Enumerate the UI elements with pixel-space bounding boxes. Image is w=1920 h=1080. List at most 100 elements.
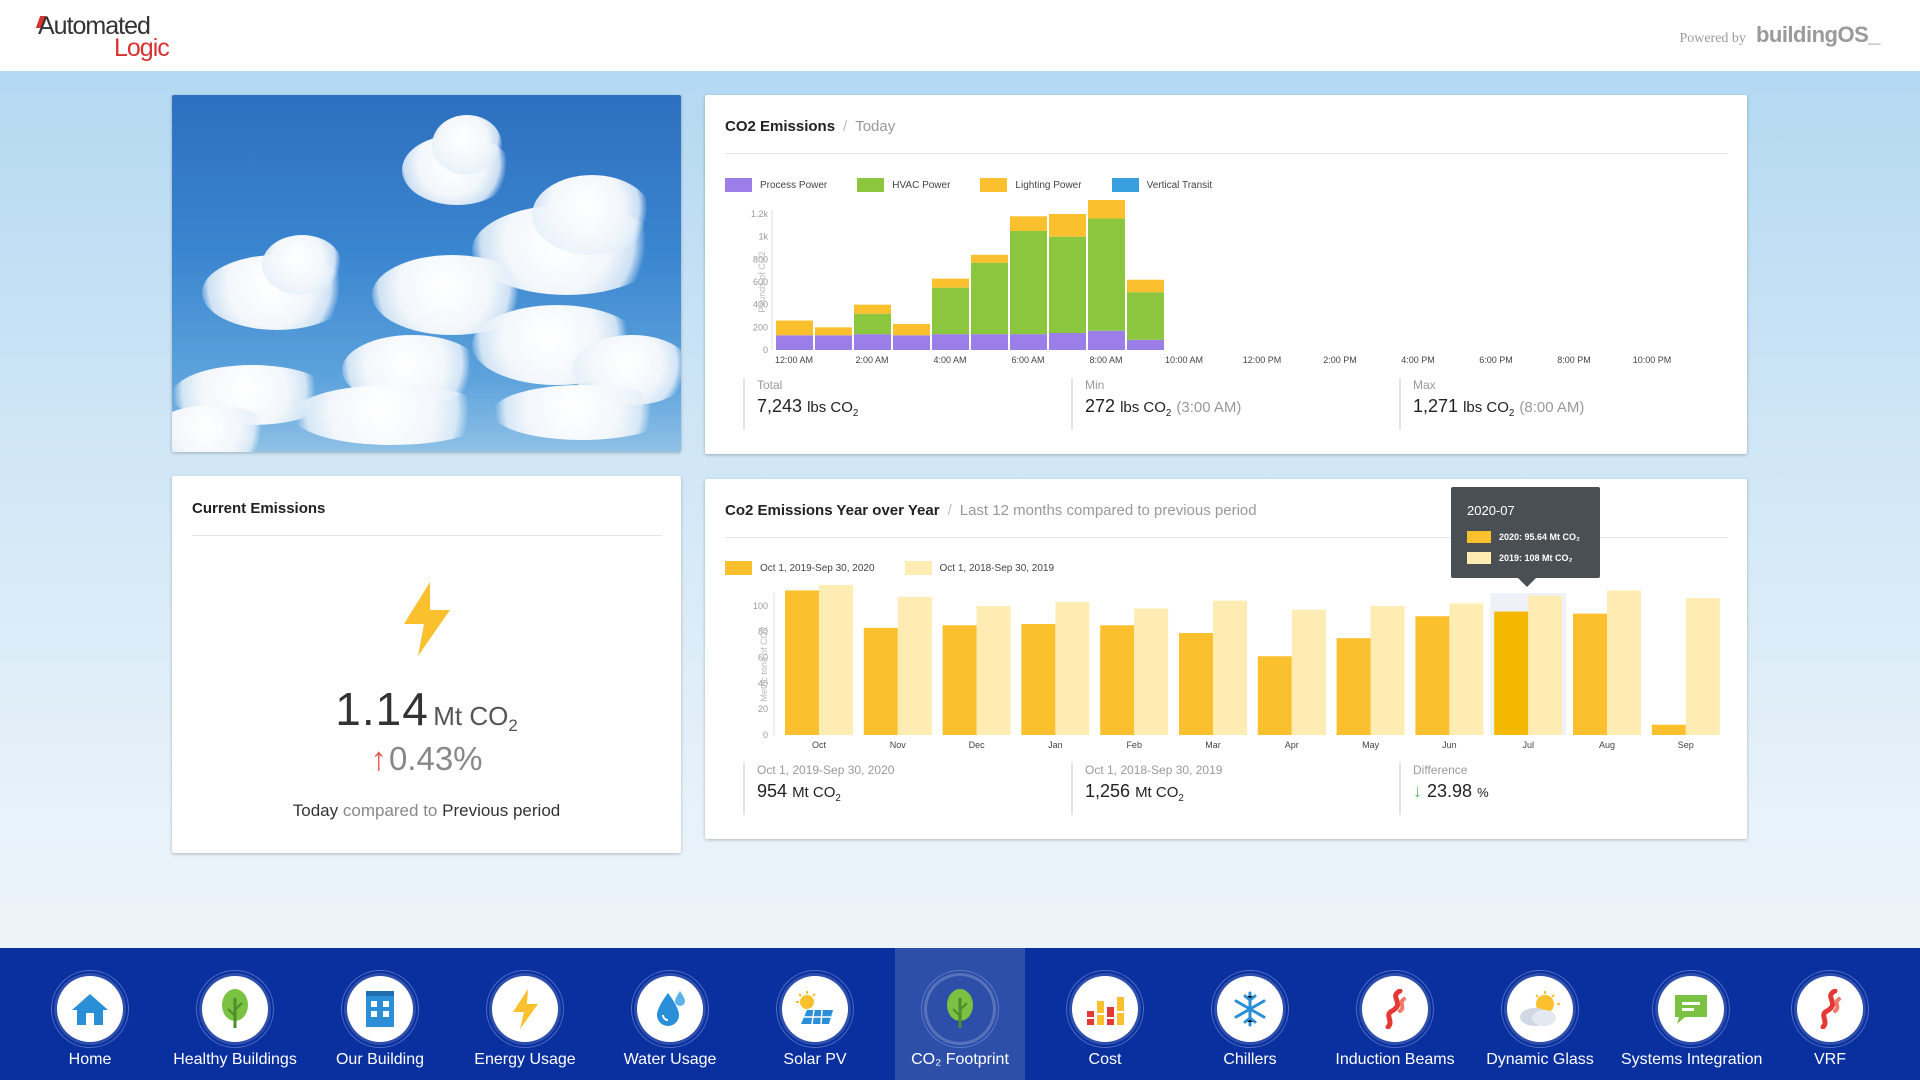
bar-hvac-power (1088, 218, 1125, 331)
nav-item-chillers[interactable]: Chillers (1180, 948, 1320, 1080)
x-tick-label: 2:00 AM (855, 355, 888, 365)
co2-yoy-period[interactable]: Last 12 months compared to previous peri… (960, 502, 1257, 519)
nav-item-label: Healthy Buildings (173, 1051, 297, 1068)
y-tick-label: 0 (763, 730, 768, 740)
bar-current-nov (863, 627, 898, 735)
bar-process-power (776, 335, 813, 350)
legend-item-lighting-power[interactable]: Lighting Power (980, 178, 1082, 192)
legend-item-current-period[interactable]: Oct 1, 2019-Sep 30, 2020 (725, 561, 875, 575)
bar-previous-jul (1528, 595, 1563, 735)
bar-process-power (971, 334, 1008, 350)
co2-yoy-title: Co2 Emissions Year over Year / Last 12 mon… (725, 502, 1257, 519)
legend-item-previous-period[interactable]: Oct 1, 2018-Sep 30, 2019 (904, 561, 1054, 575)
automated-logic-logo[interactable]: Automated Logic (35, 12, 178, 62)
current-emissions-change: ↑0.43% (370, 740, 483, 777)
nav-item-cost[interactable]: Cost (1035, 948, 1175, 1080)
x-tick-label: Oct (812, 740, 827, 750)
bar-hvac-power (1049, 236, 1086, 333)
legend-item-vertical-transit[interactable]: Vertical Transit (1111, 178, 1212, 192)
top-bar: Automated Logic Powered by buildingOS_ (0, 0, 1920, 71)
bar-hvac-power (854, 313, 891, 335)
nav-item-label: VRF (1814, 1051, 1846, 1068)
x-tick-label: 6:00 PM (1479, 355, 1513, 365)
nav-item-label: Chillers (1223, 1051, 1277, 1068)
y-tick-label: 1k (758, 232, 768, 242)
x-tick-label: 10:00 AM (1165, 355, 1203, 365)
sun-cloud-icon (1507, 976, 1573, 1042)
co2-emissions-period[interactable]: Today (855, 118, 895, 135)
bar-lighting-power (854, 304, 891, 314)
buildingos-logo[interactable]: buildingOS_ (1756, 22, 1881, 48)
bar-process-power (854, 334, 891, 350)
nav-item-home[interactable]: Home (20, 948, 160, 1080)
bar-hvac-power (1010, 231, 1047, 335)
nav-item-solar-pv[interactable]: Solar PV (745, 948, 885, 1080)
bar-current-aug (1573, 613, 1607, 735)
stat-max: Max 1,271 lbs CO2 (8:00 AM) (1399, 378, 1584, 430)
divider (725, 153, 1728, 154)
bar-previous-aug (1607, 590, 1641, 735)
bar-process-power (1049, 333, 1086, 350)
y-tick-label: 200 (753, 322, 768, 332)
nav-item-energy-usage[interactable]: Energy Usage (455, 948, 595, 1080)
bar-process-power (1088, 330, 1125, 350)
nav-item-label: Home (68, 1051, 112, 1068)
bar-hvac-power (1127, 292, 1164, 340)
snowflake-icon (1217, 976, 1283, 1042)
bar-previous-jan (1055, 602, 1090, 735)
x-tick-label: 2:00 PM (1323, 355, 1357, 365)
nav-item-induction-beams[interactable]: Induction Beams (1325, 948, 1465, 1080)
bar-lighting-power (776, 320, 813, 336)
arrow-down-icon: ↓ (1413, 781, 1422, 801)
bar-process-power (932, 334, 969, 350)
nav-item-label: Dynamic Glass (1486, 1051, 1594, 1068)
bar-previous-apr (1291, 609, 1326, 735)
home-icon (57, 976, 123, 1042)
nav-item-label: Induction Beams (1335, 1051, 1455, 1068)
chat-icon (1658, 976, 1724, 1042)
bar-lighting-power (1010, 216, 1047, 231)
bar-current-oct (785, 590, 819, 735)
yoy-legend: Oct 1, 2019-Sep 30, 2020 Oct 1, 2018-Sep… (725, 561, 1084, 575)
legend-item-hvac-power[interactable]: HVAC Power (857, 178, 950, 192)
bar-current-feb (1100, 625, 1135, 735)
co2-yoy-chart: 020406080100Metric tons of CO2Oct Nov Dec J… (753, 585, 1720, 750)
powered-by: Powered by buildingOS_ (1679, 22, 1880, 48)
bar-hvac-power (971, 262, 1008, 335)
bar-process-power (815, 335, 852, 350)
x-tick-label: Mar (1205, 740, 1221, 750)
y-tick-label: 0 (763, 345, 768, 355)
bar-current-apr (1257, 656, 1292, 735)
x-tick-label: Jul (1522, 740, 1534, 750)
x-tick-label: May (1362, 740, 1380, 750)
stat-previous-period: Oct 1, 2018-Sep 30, 2019 1,256 Mt CO2 (1071, 763, 1222, 815)
x-tick-label: 12:00 PM (1243, 355, 1282, 365)
nav-item-water-usage[interactable]: Water Usage (600, 948, 740, 1080)
nav-item-vrf[interactable]: VRF (1760, 948, 1900, 1080)
bar-hvac-power (932, 287, 969, 335)
nav-item-dynamic-glass[interactable]: Dynamic Glass (1470, 948, 1610, 1080)
co2-today-chart: 02004006008001k1.2kPounds of CO212:00 AM… (751, 200, 1671, 365)
chart-tooltip: 2020-07 2020: 95.64 Mt CO₂ 2019: 108 Mt … (1451, 487, 1600, 587)
nav-item-label: Water Usage (623, 1051, 717, 1068)
heat-flow-icon (1362, 976, 1428, 1042)
nav-item-label: Cost (1088, 1051, 1122, 1068)
nav-item-label: CO₂ Footprint (911, 1051, 1009, 1068)
stat-min: Min 272 lbs CO2 (3:00 AM) (1071, 378, 1241, 430)
bar-previous-jun (1449, 603, 1484, 735)
nav-item-systems-integration[interactable]: Systems Integration (1621, 948, 1762, 1080)
bar-current-sep (1651, 724, 1686, 735)
sky-image (172, 95, 681, 452)
bar-lighting-power (1088, 200, 1125, 219)
stat-total: Total 7,243 lbs CO2 (743, 378, 858, 430)
nav-item-healthy-buildings[interactable]: Healthy Buildings (165, 948, 305, 1080)
bar-chart-icon (1072, 976, 1138, 1042)
bar-current-may (1336, 638, 1371, 735)
nav-item-our-building[interactable]: Our Building (310, 948, 450, 1080)
bar-previous-sep (1685, 598, 1720, 735)
legend-item-process-power[interactable]: Process Power (725, 178, 827, 192)
nav-item-co-footprint[interactable]: CO₂ Footprint (895, 948, 1025, 1080)
powered-by-label: Powered by (1679, 31, 1746, 46)
bar-current-jun (1415, 616, 1450, 735)
x-tick-label: Feb (1126, 740, 1142, 750)
